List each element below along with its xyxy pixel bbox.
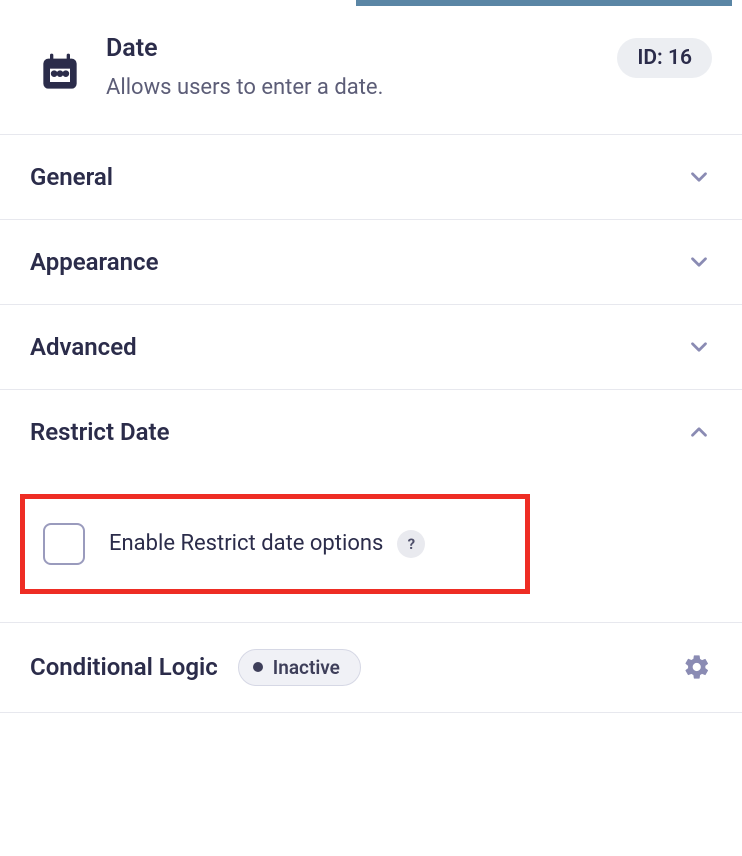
section-general[interactable]: General [0,135,742,220]
checkbox-label-text: Enable Restrict date options [109,531,383,556]
section-label: Restrict Date [30,418,169,446]
status-dot-icon [253,662,263,672]
enable-restrict-checkbox[interactable] [43,523,85,565]
section-advanced[interactable]: Advanced [0,305,742,390]
help-icon[interactable]: ? [397,530,425,558]
field-settings-panel: Date Allows users to enter a date. ID: 1… [0,0,742,713]
field-header: Date Allows users to enter a date. ID: 1… [0,6,742,135]
field-header-text: Date Allows users to enter a date. [106,34,591,104]
field-description: Allows users to enter a date. [106,73,591,104]
restrict-date-body: Enable Restrict date options ? [0,474,742,623]
status-text: Inactive [273,656,340,679]
section-label: Advanced [30,333,137,361]
section-appearance[interactable]: Appearance [0,220,742,305]
chevron-up-icon [686,419,712,445]
section-conditional-logic: Conditional Logic Inactive [0,623,742,713]
highlight-annotation: Enable Restrict date options ? [20,494,530,594]
chevron-down-icon [686,249,712,275]
section-label: General [30,163,113,191]
conditional-status-badge: Inactive [238,649,361,686]
chevron-down-icon [686,334,712,360]
calendar-icon [40,52,80,92]
section-label: Appearance [30,248,159,276]
section-restrict-date[interactable]: Restrict Date [0,390,742,474]
field-title: Date [106,34,591,63]
conditional-logic-label: Conditional Logic [30,653,218,681]
enable-restrict-label: Enable Restrict date options ? [109,530,425,558]
chevron-down-icon [686,164,712,190]
field-id-badge: ID: 16 [617,38,712,78]
gear-icon[interactable] [682,652,712,682]
